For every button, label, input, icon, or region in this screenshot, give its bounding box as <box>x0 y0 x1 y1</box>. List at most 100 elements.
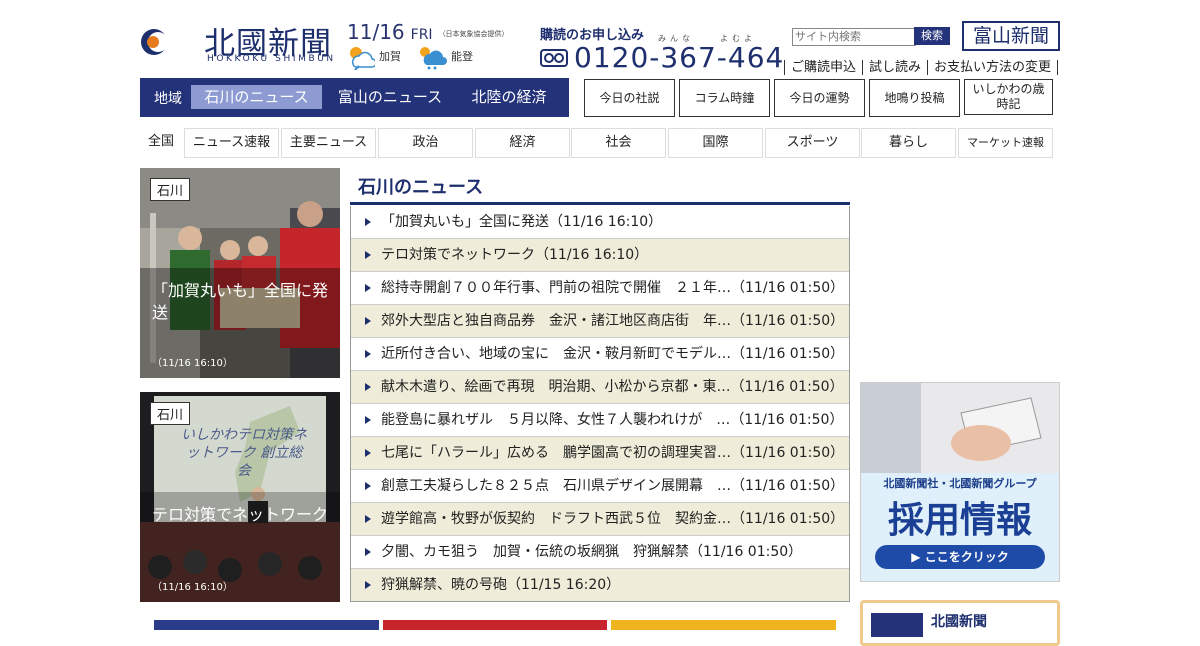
news-item-time: （11/16 16:10） <box>535 247 649 263</box>
bullet-arrow-icon <box>365 515 371 523</box>
tab-ishikawa-news[interactable]: 石川のニュース <box>191 85 322 109</box>
category-economy[interactable]: 経済 <box>475 128 570 158</box>
category-main[interactable]: 主要ニュース <box>281 128 376 158</box>
category-politics[interactable]: 政治 <box>378 128 473 158</box>
news-item-title: 能登島に暴れザル ５月以降、女性７人襲われけが … <box>381 412 731 428</box>
news-item-title: 郊外大型店と独自商品券 金沢・諸江地区商店街 年… <box>381 313 731 329</box>
news-item-time: （11/16 01:50） <box>731 313 845 329</box>
bullet-arrow-icon <box>365 284 371 292</box>
category-international[interactable]: 国際 <box>668 128 763 158</box>
news-item[interactable]: 創意工夫凝らした８２５点 石川県デザイン展開幕 …（11/16 01:50） <box>351 469 849 502</box>
date-display: 11/16 FRI （日本気象協会提供） <box>347 20 509 44</box>
reader-post-button[interactable]: 地鳴り投稿 <box>869 79 960 117</box>
category-breaking[interactable]: ニュース速報 <box>184 128 279 158</box>
recruit-banner[interactable]: 北國新聞社・北國新聞グループ 採用情報 ▶ ここをクリック <box>860 382 1060 582</box>
feature-card-1[interactable]: 石川 「加賀丸いも」全国に発送 （11/16 16:10） <box>140 168 340 378</box>
weather-noto-label: 能登 <box>451 50 473 63</box>
news-item-title: 「加賀丸いも」全国に発送 <box>381 214 549 230</box>
column-jisho-button[interactable]: コラム時鐘 <box>679 79 770 117</box>
page: 北國新聞 HOKKOKU SHIMBUN 11/16 FRI （日本気象協会提供） … <box>140 0 1060 646</box>
site-logo[interactable]: 北國新聞 HOKKOKU SHIMBUN <box>140 16 340 66</box>
logo-mark-icon <box>141 20 196 64</box>
recruit-company: 北國新聞社・北國新聞グループ <box>883 477 1037 490</box>
search-input[interactable] <box>792 28 916 46</box>
editorial-button[interactable]: 今日の社説 <box>584 79 675 117</box>
news-item[interactable]: 「加賀丸いも」全国に発送（11/16 16:10） <box>351 206 849 238</box>
news-item-title: 総持寺開創７００年行事、門前の祖院で開催 ２１年… <box>381 280 731 296</box>
news-item[interactable]: 献木木遣り、絵画で再現 明治期、小松から京都・東…（11/16 01:50） <box>351 370 849 403</box>
weather-kaga[interactable]: 加賀 <box>347 44 401 71</box>
feature-2-tag: 石川 <box>150 402 191 425</box>
news-item-title: 近所付き合い、地域の宝に 金沢・鞍月新町でモデル… <box>381 346 731 362</box>
feature-1-time: （11/16 16:10） <box>152 358 233 369</box>
hokkoku-mini-banner[interactable]: 北國新聞 <box>860 600 1060 646</box>
feature-1-caption: 「加賀丸いも」全国に発送 <box>152 281 329 323</box>
news-item[interactable]: 総持寺開創７００年行事、門前の祖院で開催 ２１年…（11/16 01:50） <box>351 271 849 304</box>
news-item-title: 狩猟解禁、暁の号砲 <box>381 577 507 593</box>
news-item-time: （11/16 01:50） <box>731 346 845 362</box>
news-item-title: 遊学館高・牧野が仮契約 ドラフト西武５位 契約金… <box>381 511 731 527</box>
sun-rain-icon <box>420 47 447 70</box>
date-text: 11/16 <box>347 20 405 44</box>
feature-1-tag: 石川 <box>150 178 191 201</box>
news-item[interactable]: 七尾に「ハラール」広める 鵬学園高で初の調理実習…（11/16 01:50） <box>351 436 849 469</box>
feature-card-2[interactable]: いしかわテロ対策ネットワーク 創立総会 石川 テロ対策でネットワーク （11/1… <box>140 392 340 602</box>
bottom-banner-1[interactable] <box>154 620 379 630</box>
phone-number: 0120-367-464 <box>574 41 785 74</box>
weather-noto[interactable]: 能登 <box>417 44 473 70</box>
sun-cloud-icon <box>350 47 377 71</box>
bottom-banner-2[interactable] <box>383 620 607 630</box>
category-market[interactable]: マーケット速報 <box>958 128 1053 158</box>
free-dial-icon <box>540 48 568 67</box>
news-item[interactable]: 狩猟解禁、暁の号砲（11/15 16:20） <box>351 568 849 601</box>
category-national[interactable]: 全国 <box>140 128 182 156</box>
news-item-time: （11/16 16:10） <box>549 214 663 230</box>
feature-2-caption: テロ対策でネットワーク <box>152 505 329 524</box>
bullet-arrow-icon <box>365 416 371 424</box>
news-item[interactable]: 郊外大型店と独自商品券 金沢・諸江地区商店街 年…（11/16 01:50） <box>351 304 849 337</box>
news-item[interactable]: 夕闇、カモ狙う 加賀・伝統の坂網猟 狩猟解禁（11/16 01:50） <box>351 535 849 568</box>
news-item[interactable]: 能登島に暴れザル ５月以降、女性７人襲われけが …（11/16 01:50） <box>351 403 849 436</box>
category-society[interactable]: 社会 <box>571 128 666 158</box>
link-trial[interactable]: 試し読み <box>862 60 928 75</box>
weather-source[interactable]: （日本気象協会提供） <box>439 30 509 38</box>
news-item-time: （11/15 16:20） <box>507 577 621 593</box>
news-item-time: （11/16 01:50） <box>731 445 845 461</box>
feature-2-time: （11/16 16:10） <box>152 582 233 593</box>
bullet-arrow-icon <box>365 350 371 358</box>
news-item-time: （11/16 01:50） <box>731 511 845 527</box>
bullet-arrow-icon <box>365 482 371 490</box>
bullet-arrow-icon <box>365 548 371 556</box>
news-item[interactable]: 近所付き合い、地域の宝に 金沢・鞍月新町でモデル…（11/16 01:50） <box>351 337 849 370</box>
news-item-title: 夕闇、カモ狙う 加賀・伝統の坂網猟 狩猟解禁 <box>381 544 689 560</box>
recruit-headline: 採用情報 <box>887 500 1032 541</box>
bullet-arrow-icon <box>365 317 371 325</box>
bottom-banner-3[interactable] <box>611 620 836 630</box>
news-item[interactable]: 遊学館高・牧野が仮契約 ドラフト西武５位 契約金…（11/16 01:50） <box>351 502 849 535</box>
news-item[interactable]: テロ対策でネットワーク（11/16 16:10） <box>351 238 849 271</box>
horoscope-button[interactable]: 今日の運勢 <box>774 79 865 117</box>
toyama-shimbun-link[interactable]: 富山新聞 <box>962 21 1060 51</box>
category-life[interactable]: 暮らし <box>861 128 956 158</box>
recruit-click-button[interactable]: ▶ ここをクリック <box>875 545 1045 569</box>
region-label: 地域 <box>154 91 182 107</box>
region-nav: 地域 石川のニュース 富山のニュース 北陸の経済 <box>140 78 569 117</box>
link-payment[interactable]: お支払い方法の変更 <box>927 60 1059 75</box>
news-list: 「加賀丸いも」全国に発送（11/16 16:10） テロ対策でネットワーク（11/… <box>350 206 850 602</box>
link-subscribe[interactable]: ご購読申込 <box>784 60 863 75</box>
subscription-phone[interactable]: 0120-367-464 <box>540 41 784 74</box>
seasonal-calendar-button[interactable]: いしかわの歳時記 <box>964 79 1053 115</box>
tab-hokuriku-economy[interactable]: 北陸の経済 <box>458 85 560 109</box>
news-section-rule <box>350 202 850 205</box>
category-sports[interactable]: スポーツ <box>765 128 860 158</box>
mini-banner-title: 北國新聞 <box>931 614 987 630</box>
search-button[interactable]: 検索 <box>914 27 950 45</box>
header-links: ご購読申込 試し読み お支払い方法の変更 <box>784 56 1059 75</box>
tab-toyama-news[interactable]: 富山のニュース <box>325 85 455 109</box>
bullet-arrow-icon <box>365 251 371 259</box>
bullet-arrow-icon <box>365 218 371 226</box>
news-item-time: （11/16 01:50） <box>689 544 803 560</box>
news-item-time: （11/16 01:50） <box>730 379 844 395</box>
bullet-arrow-icon <box>365 449 371 457</box>
bullet-arrow-icon <box>365 581 371 589</box>
